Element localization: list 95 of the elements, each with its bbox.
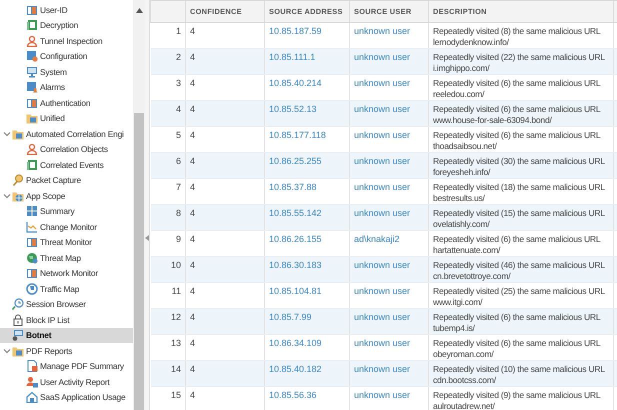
folder-icon	[12, 190, 24, 202]
ip-link[interactable]: 10.85.7.99	[269, 312, 312, 322]
row-number: 4	[150, 100, 186, 126]
tree-item[interactable]: User-ID	[0, 2, 133, 18]
row-number: 6	[150, 152, 186, 178]
row-number: 10	[150, 256, 186, 282]
tree-item[interactable]: Tunnel Inspection	[0, 33, 133, 48]
tree-item[interactable]: App Scope	[0, 188, 133, 204]
tree-item[interactable]: Network Monitor	[0, 266, 133, 281]
tree-item[interactable]: User Activity Report	[0, 374, 133, 390]
globe-icon	[26, 282, 38, 295]
tree-item[interactable]: Configuration	[0, 48, 133, 64]
tree-item[interactable]: Decryption	[0, 18, 133, 33]
document-icon	[26, 158, 38, 171]
chevron-down-icon[interactable]	[2, 192, 10, 200]
chart-icon	[26, 220, 38, 233]
table-cell: Repeatedly visited (9) the same malicious URL aulroutadrew.net/	[428, 386, 614, 410]
chevron-down-icon[interactable]	[2, 346, 10, 355]
row-number: 12	[150, 308, 186, 334]
user-link[interactable]: unknown user	[354, 78, 410, 88]
document-icon	[26, 267, 38, 280]
ip-link[interactable]: 10.86.34.109	[269, 338, 322, 348]
tree-item[interactable]: PDF Reports	[0, 343, 133, 358]
tree-item[interactable]: Threat Map	[0, 250, 133, 266]
table-cell: Repeatedly visited (22) the same malicious URL i.imghippo.com/	[428, 48, 614, 74]
tree-item[interactable]: Traffic Map	[0, 281, 133, 296]
globe-icon	[26, 252, 38, 264]
tree-item[interactable]: Unified	[0, 110, 133, 126]
tree-item[interactable]: Correlation Objects	[0, 142, 133, 157]
row-number: 14	[150, 360, 186, 386]
ip-link[interactable]: 10.85.177.118	[269, 130, 326, 140]
grid-icon	[26, 205, 38, 218]
tree-item[interactable]: System	[0, 64, 133, 80]
monitor-icon	[12, 329, 24, 342]
folder-icon	[26, 112, 38, 124]
user-link[interactable]: ad\knakaji2	[354, 234, 400, 244]
ip-link[interactable]: 10.85.187.59	[269, 26, 322, 36]
ip-link[interactable]: 10.85.40.214	[269, 78, 322, 88]
table-cell: Repeatedly visited (6) the same malicious URL www.house-for-sale-63094.bond/	[428, 100, 614, 126]
ip-link[interactable]: 10.85.56.36	[269, 390, 317, 400]
table-cell: 4	[186, 360, 264, 386]
document-icon	[26, 360, 38, 372]
document-icon	[26, 4, 38, 16]
document-icon	[26, 19, 38, 32]
clock-icon	[12, 298, 24, 310]
user-icon	[26, 143, 38, 156]
tree-item[interactable]: SaaS Application Usage	[0, 390, 133, 405]
user-link[interactable]: unknown user	[354, 182, 410, 192]
document-icon	[26, 96, 38, 109]
row-number: 15	[150, 386, 186, 410]
ip-link[interactable]: 10.86.26.155	[269, 234, 322, 244]
table-cell: 4	[186, 256, 264, 282]
user-link[interactable]: unknown user	[354, 26, 410, 36]
table-cell: 4	[186, 48, 264, 74]
scrollbar[interactable]	[133, 0, 145, 410]
table-cell: 4	[186, 386, 264, 410]
house-icon	[26, 391, 38, 404]
table-cell: Repeatedly visited (6) the same malicious URL tubemp4.is/	[428, 308, 614, 334]
table-cell: Repeatedly visited (10) the same malicious URL cdn.bootcss.com/	[428, 360, 614, 386]
document-icon	[26, 236, 38, 248]
user-link[interactable]: unknown user	[354, 286, 410, 296]
folder-icon	[12, 128, 24, 140]
ip-link[interactable]: 10.85.37.88	[269, 182, 317, 192]
tree-item[interactable]: Alarms	[0, 80, 133, 95]
user-link[interactable]: unknown user	[354, 338, 410, 348]
tree-item[interactable]: Manage PDF Summary	[0, 358, 133, 374]
table-cell: 4	[186, 152, 264, 178]
table-cell: Repeatedly visited (46) the same malicious URL cn.brevetottroye.com/	[428, 256, 614, 282]
user-link[interactable]: unknown user	[354, 390, 410, 400]
user-icon	[26, 34, 38, 47]
tree-item[interactable]: Botnet	[0, 328, 133, 343]
user-link[interactable]: unknown user	[354, 130, 410, 140]
tree-item[interactable]: Change Monitor	[0, 219, 133, 234]
tree-item[interactable]: Packet Capture	[0, 172, 133, 188]
row-number: 2	[150, 48, 186, 74]
tree-item[interactable]: Correlated Events	[0, 157, 133, 172]
chevron-down-icon[interactable]	[2, 130, 10, 138]
folder-icon	[12, 344, 24, 357]
tree-item[interactable]: Summary	[0, 204, 133, 219]
ip-link[interactable]: 10.85.104.81	[269, 286, 322, 296]
table-cell: Repeatedly visited (15) the same malicious URL ovelatishly.com/	[428, 204, 614, 230]
tree-item[interactable]: Threat Monitor	[0, 234, 133, 250]
monitor-icon	[26, 66, 38, 78]
table-cell: 4	[186, 204, 264, 230]
tree-item[interactable]: Block IP List	[0, 312, 133, 328]
scroll-up-icon[interactable]	[136, 8, 142, 13]
lock-icon	[12, 314, 24, 326]
tree-item[interactable]: Session Browser	[0, 296, 133, 312]
user-icon	[26, 376, 38, 388]
tree-item[interactable]: Automated Correlation Engi	[0, 126, 133, 142]
table-cell: 4	[186, 308, 264, 334]
table-cell: Repeatedly visited (30) the same malicious URL foreyesheh.info/	[428, 152, 614, 178]
row-number: 8	[150, 204, 186, 230]
tree-item[interactable]: Authentication	[0, 95, 133, 110]
table-cell: 4	[186, 100, 264, 126]
